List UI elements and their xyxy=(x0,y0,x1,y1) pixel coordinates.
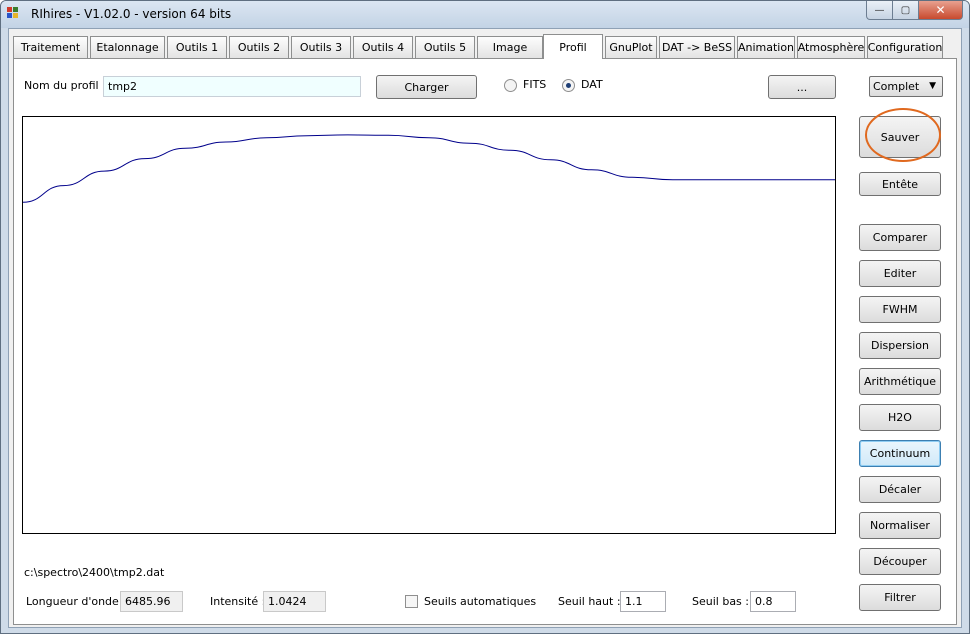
normaliser-button[interactable]: Normaliser xyxy=(859,512,941,539)
wavelength-value: 6485.96 xyxy=(120,591,183,612)
tab-outils-2[interactable]: Outils 2 xyxy=(229,36,289,58)
app-color-squares-icon xyxy=(7,7,23,21)
browse-button[interactable]: ... xyxy=(768,75,836,99)
decaler-button[interactable]: Décaler xyxy=(859,476,941,503)
tab-atmosphere[interactable]: Atmosphère xyxy=(797,36,865,58)
window-controls: — ▢ ✕ xyxy=(866,1,963,20)
tab-configuration[interactable]: Configuration xyxy=(867,36,943,58)
tab-etalonnage[interactable]: Etalonnage xyxy=(90,36,165,58)
low-threshold-input[interactable] xyxy=(750,591,796,612)
client-area: Traitement Etalonnage Outils 1 Outils 2 … xyxy=(8,28,962,628)
tab-animation[interactable]: Animation xyxy=(737,36,795,58)
close-button[interactable]: ✕ xyxy=(919,1,963,20)
profil-tab-panel: Nom du profil : Charger FITS DAT ... Com… xyxy=(13,58,957,625)
decouper-button[interactable]: Découper xyxy=(859,548,941,575)
tab-outils-3[interactable]: Outils 3 xyxy=(291,36,351,58)
tab-outils-1[interactable]: Outils 1 xyxy=(167,36,227,58)
tab-profil[interactable]: Profil xyxy=(543,34,603,59)
auto-threshold-label[interactable]: Seuils automatiques xyxy=(424,595,536,608)
intensity-value: 1.0424 xyxy=(263,591,326,612)
low-threshold-label: Seuil bas : xyxy=(692,595,749,608)
dat-radio[interactable] xyxy=(562,79,575,92)
profile-name-input[interactable] xyxy=(103,76,361,97)
filtrer-button[interactable]: Filtrer xyxy=(859,584,941,611)
tab-outils-5[interactable]: Outils 5 xyxy=(415,36,475,58)
maximize-button[interactable]: ▢ xyxy=(893,1,919,20)
charger-button[interactable]: Charger xyxy=(376,75,477,99)
tab-traitement[interactable]: Traitement xyxy=(13,36,88,58)
dispersion-button[interactable]: Dispersion xyxy=(859,332,941,359)
title-bar[interactable]: RIhires - V1.02.0 - version 64 bits — ▢ … xyxy=(1,1,969,28)
intensity-label: Intensité : xyxy=(210,595,266,608)
tab-gnuplot[interactable]: GnuPlot xyxy=(605,36,657,58)
mode-select-value: Complet xyxy=(873,80,920,93)
fwhm-button[interactable]: FWHM xyxy=(859,296,941,323)
wavelength-label: Longueur d'onde : xyxy=(26,595,127,608)
mode-select[interactable]: Complet ▼ xyxy=(869,76,943,97)
profile-curve xyxy=(23,134,835,203)
comparer-button[interactable]: Comparer xyxy=(859,224,941,251)
entete-button[interactable]: Entête xyxy=(859,172,941,196)
h2o-button[interactable]: H2O xyxy=(859,404,941,431)
maximize-icon: ▢ xyxy=(900,4,911,16)
minimize-icon: — xyxy=(874,4,885,16)
tab-dat-bess[interactable]: DAT -> BeSS xyxy=(659,36,735,58)
high-threshold-input[interactable] xyxy=(620,591,666,612)
file-path-label: c:\spectro\2400\tmp2.dat xyxy=(24,566,165,579)
app-window: RIhires - V1.02.0 - version 64 bits — ▢ … xyxy=(0,0,970,634)
high-threshold-label: Seuil haut : xyxy=(558,595,621,608)
close-icon: ✕ xyxy=(935,3,946,17)
minimize-button[interactable]: — xyxy=(866,1,893,20)
editer-button[interactable]: Editer xyxy=(859,260,941,287)
arithmetique-button[interactable]: Arithmétique xyxy=(859,368,941,395)
profile-plot[interactable] xyxy=(22,116,836,534)
profile-name-label: Nom du profil : xyxy=(24,79,106,92)
fits-radio-label[interactable]: FITS xyxy=(523,78,546,91)
fits-radio[interactable] xyxy=(504,79,517,92)
profile-plot-svg xyxy=(23,134,835,203)
tab-outils-4[interactable]: Outils 4 xyxy=(353,36,413,58)
continuum-button[interactable]: Continuum xyxy=(859,440,941,467)
chevron-down-icon: ▼ xyxy=(929,81,936,91)
window-title: RIhires - V1.02.0 - version 64 bits xyxy=(31,7,232,21)
tab-image[interactable]: Image xyxy=(477,36,543,58)
sauver-button[interactable]: Sauver xyxy=(859,116,941,158)
auto-threshold-checkbox[interactable] xyxy=(405,595,418,608)
dat-radio-label[interactable]: DAT xyxy=(581,78,603,91)
